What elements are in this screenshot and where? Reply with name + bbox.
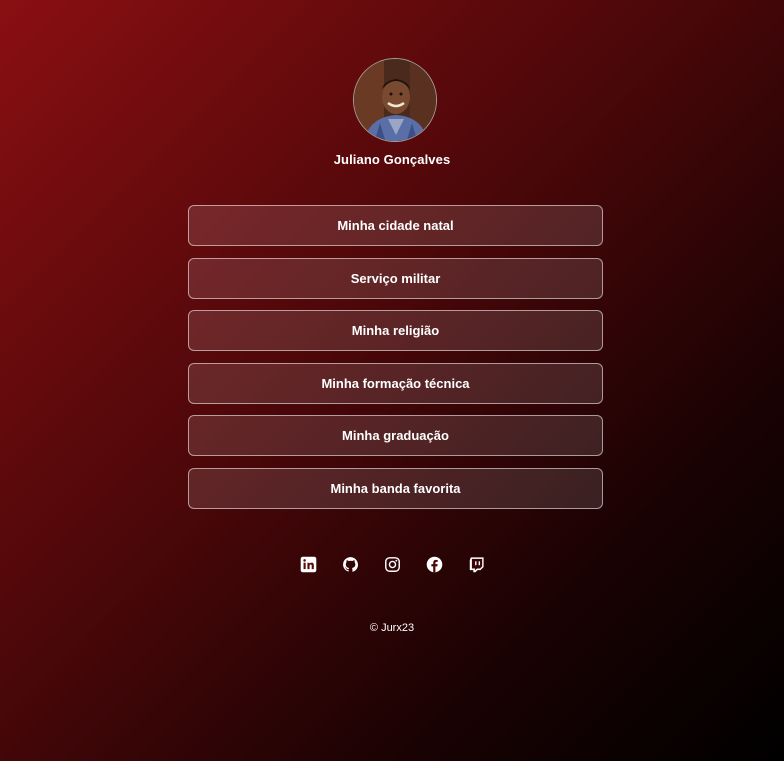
github-icon[interactable]	[341, 555, 359, 573]
link-button-religiao[interactable]: Minha religião	[188, 310, 603, 351]
link-button-servico-militar[interactable]: Serviço militar	[188, 257, 603, 299]
footer-copyright: © Jurx23	[369, 622, 415, 634]
profile-photo	[354, 59, 436, 141]
instagram-icon[interactable]	[383, 555, 401, 573]
linkedin-icon[interactable]	[299, 555, 317, 573]
profile-name: Juliano Gonçalves	[333, 152, 451, 167]
link-button-banda-favorita[interactable]: Minha banda favorita	[188, 467, 603, 509]
facebook-icon[interactable]	[425, 555, 443, 573]
link-list: Minha cidade natal Serviço militar Minha…	[188, 205, 603, 520]
link-button-graduacao[interactable]: Minha graduação	[188, 415, 603, 456]
social-links	[0, 555, 784, 573]
link-button-cidade-natal[interactable]: Minha cidade natal	[188, 205, 603, 246]
avatar	[353, 58, 437, 142]
link-button-formacao-tecnica[interactable]: Minha formação técnica	[188, 362, 603, 404]
twitch-icon[interactable]	[467, 555, 485, 573]
page: Juliano Gonçalves Minha cidade natal Ser…	[0, 0, 784, 761]
